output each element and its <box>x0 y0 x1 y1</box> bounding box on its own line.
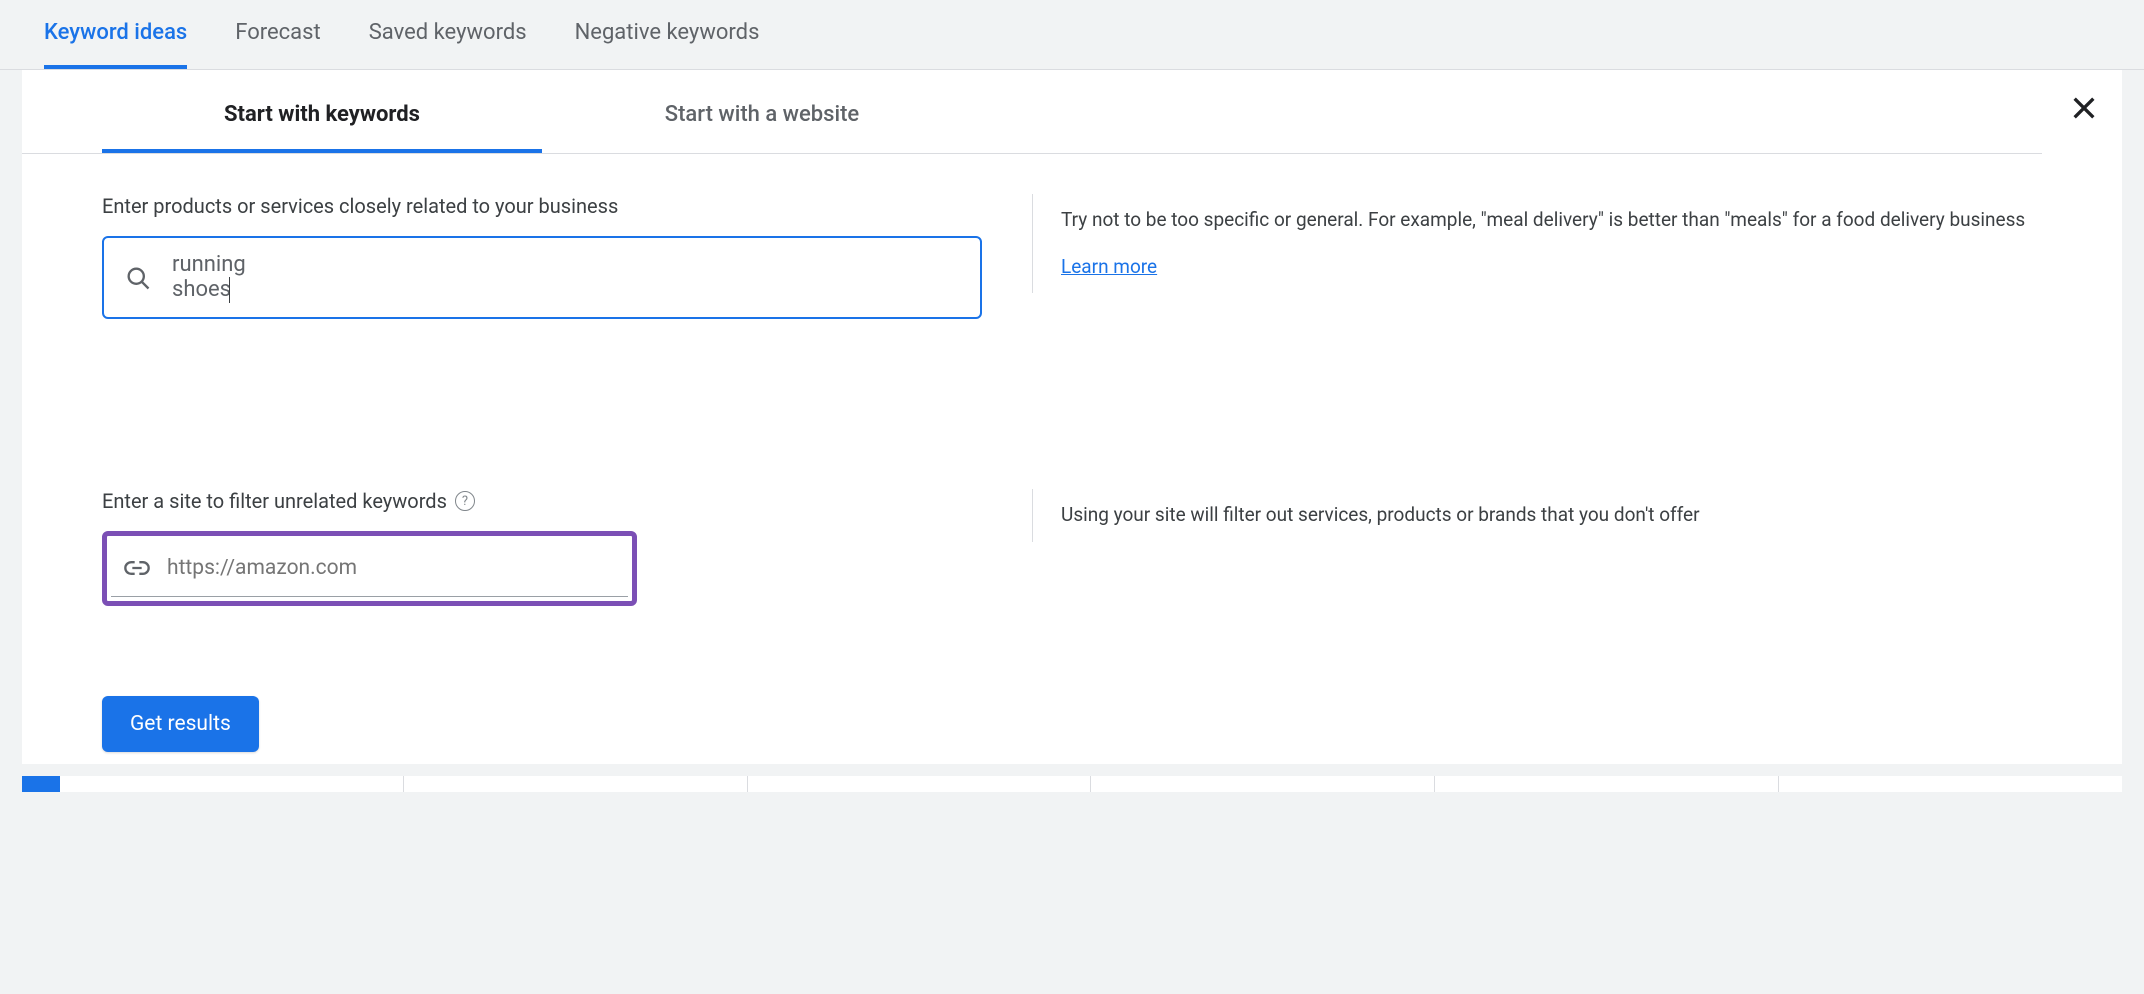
tab-negative-keywords[interactable]: Negative keywords <box>575 20 760 69</box>
keywords-tip-text: Try not to be too specific or general. F… <box>1061 208 2025 231</box>
site-row: Enter a site to filter unrelated keyword… <box>22 449 2122 752</box>
tab-start-with-website[interactable]: Start with a website <box>542 70 982 153</box>
learn-more-link[interactable]: Learn more <box>1061 253 1157 282</box>
tab-saved-keywords[interactable]: Saved keywords <box>369 20 527 69</box>
keywords-tip: Try not to be too specific or general. F… <box>1032 194 2025 293</box>
link-icon <box>123 554 151 582</box>
site-label: Enter a site to filter unrelated keyword… <box>102 489 982 513</box>
tab-start-with-keywords[interactable]: Start with keywords <box>102 70 542 153</box>
site-input-highlight <box>102 531 637 606</box>
close-button[interactable] <box>2068 92 2100 128</box>
search-icon <box>124 264 152 292</box>
keywords-input-value[interactable]: running shoes <box>172 252 309 303</box>
site-input-container[interactable] <box>111 540 628 597</box>
site-label-text: Enter a site to filter unrelated keyword… <box>102 489 447 513</box>
main-panel: Start with keywords Start with a website… <box>22 70 2122 764</box>
close-icon <box>2068 92 2100 124</box>
bottom-strip <box>22 776 2122 792</box>
site-tip-text: Using your site will filter out services… <box>1061 503 1700 526</box>
text-cursor <box>229 277 230 303</box>
inner-tabs: Start with keywords Start with a website <box>22 70 2042 154</box>
get-results-button[interactable]: Get results <box>102 696 259 752</box>
top-nav: Keyword ideas Forecast Saved keywords Ne… <box>0 0 2144 70</box>
keywords-label: Enter products or services closely relat… <box>102 194 982 218</box>
site-tip: Using your site will filter out services… <box>1032 489 1700 542</box>
site-url-input[interactable] <box>167 556 616 580</box>
tab-keyword-ideas[interactable]: Keyword ideas <box>44 20 187 69</box>
keywords-row: Enter products or services closely relat… <box>22 154 2122 319</box>
keywords-input-container[interactable]: running shoes <box>102 236 982 319</box>
help-icon[interactable]: ? <box>455 491 475 511</box>
tab-forecast[interactable]: Forecast <box>235 20 320 69</box>
